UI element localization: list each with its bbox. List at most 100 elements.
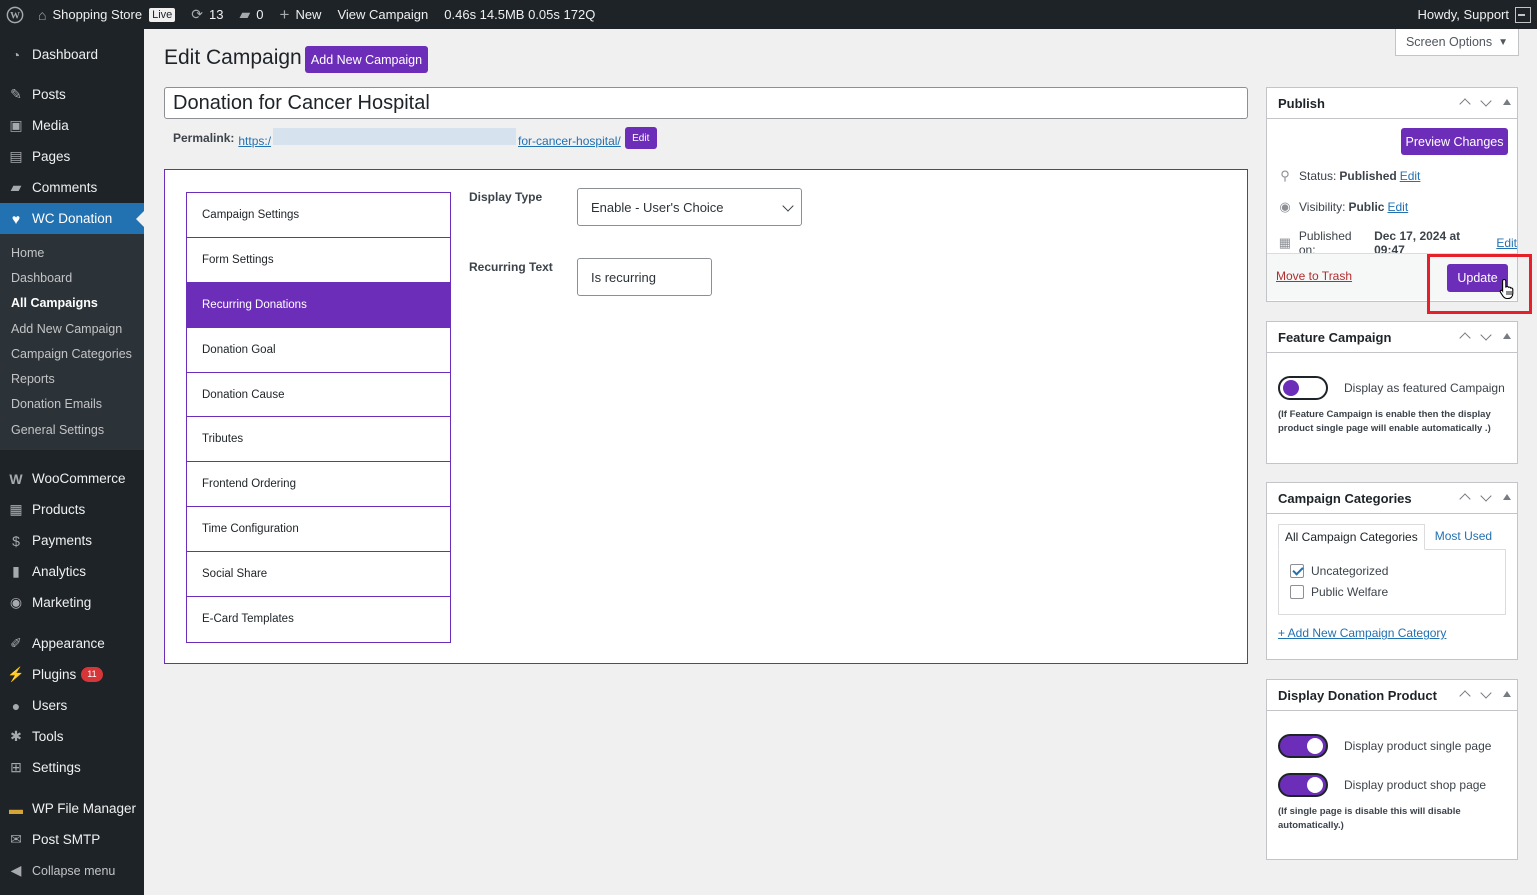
comment-bubble-icon: ▰ xyxy=(239,6,251,22)
hand-cursor-icon xyxy=(1499,278,1514,300)
category-checkbox-public-welfare[interactable] xyxy=(1290,585,1304,599)
publish-panel-header[interactable]: Publish xyxy=(1267,88,1517,119)
move-down-icon[interactable] xyxy=(1480,329,1492,341)
preview-changes-button[interactable]: Preview Changes xyxy=(1401,128,1508,155)
tab-donation-cause[interactable]: Donation Cause xyxy=(187,372,450,418)
query-monitor-stats[interactable]: 0.46s 14.5MB 0.05s 172Q xyxy=(436,0,603,29)
wordpress-logo-icon[interactable]: W xyxy=(0,0,30,29)
menu-label: Plugins xyxy=(32,667,77,683)
tab-time-configuration[interactable]: Time Configuration xyxy=(187,507,450,553)
menu-tools[interactable]: ✱ Tools xyxy=(0,721,144,752)
status-edit-link[interactable]: Edit xyxy=(1400,169,1421,183)
menu-appearance[interactable]: ✐ Appearance xyxy=(0,628,144,659)
submenu-general-settings[interactable]: General Settings xyxy=(0,417,144,442)
visibility-edit-link[interactable]: Edit xyxy=(1387,200,1408,214)
display-single-page-toggle[interactable] xyxy=(1278,734,1328,758)
tab-all-categories[interactable]: All Campaign Categories xyxy=(1278,524,1425,550)
move-down-icon[interactable] xyxy=(1480,490,1492,502)
display-type-select[interactable]: Enable - User's Choice xyxy=(577,188,802,226)
menu-analytics[interactable]: ▮ Analytics xyxy=(0,556,144,587)
products-icon: ▦ xyxy=(9,501,23,518)
chevron-down-icon xyxy=(782,200,794,212)
recurring-text-label: Recurring Text xyxy=(469,260,553,274)
move-down-icon[interactable] xyxy=(1480,95,1492,107)
new-label: New xyxy=(295,7,322,22)
tab-recurring-donations[interactable]: Recurring Donations xyxy=(187,282,450,328)
view-campaign-link[interactable]: View Campaign xyxy=(329,0,436,29)
permalink-redacted xyxy=(273,128,517,145)
menu-wp-file-manager[interactable]: ▬ WP File Manager xyxy=(0,793,144,824)
move-up-icon[interactable] xyxy=(1459,493,1471,505)
eye-icon: ◉ xyxy=(1279,199,1291,214)
updates-link[interactable]: ⟳ 13 xyxy=(183,0,231,29)
menu-pages[interactable]: ▤ Pages xyxy=(0,141,144,172)
move-to-trash-link[interactable]: Move to Trash xyxy=(1276,269,1352,283)
category-tabs: All Campaign Categories Most Used xyxy=(1278,524,1502,550)
menu-collapse[interactable]: ◀ Collapse menu xyxy=(0,855,144,886)
tab-donation-goal[interactable]: Donation Goal xyxy=(187,327,450,373)
submenu-reports[interactable]: Reports xyxy=(0,366,144,391)
tab-campaign-settings[interactable]: Campaign Settings xyxy=(187,193,450,238)
move-up-icon[interactable] xyxy=(1459,690,1471,702)
menu-dashboard[interactable]: ◔ Dashboard xyxy=(0,39,144,70)
comments-link[interactable]: ▰ 0 xyxy=(231,0,271,29)
site-name-link[interactable]: ⌂ Shopping Store Live xyxy=(30,0,183,29)
category-item[interactable]: Public Welfare xyxy=(1290,585,1388,599)
menu-products[interactable]: ▦ Products xyxy=(0,494,144,525)
categories-panel-header[interactable]: Campaign Categories xyxy=(1267,483,1517,514)
my-account-link[interactable]: Howdy, Support xyxy=(1409,0,1537,29)
add-new-campaign-button[interactable]: Add New Campaign xyxy=(305,46,428,73)
add-new-category-link[interactable]: + Add New Campaign Category xyxy=(1278,626,1446,640)
menu-label: Users xyxy=(32,698,68,714)
menu-woocommerce[interactable]: W WooCommerce xyxy=(0,463,144,494)
tab-most-used[interactable]: Most Used xyxy=(1425,524,1502,550)
screen-options-button[interactable]: Screen Options ▼ xyxy=(1395,29,1519,56)
tab-tributes[interactable]: Tributes xyxy=(187,417,450,463)
menu-plugins[interactable]: ⚡ Plugins 11 xyxy=(0,659,144,690)
feature-panel-header[interactable]: Feature Campaign xyxy=(1267,322,1517,353)
menu-comments[interactable]: ▰ Comments xyxy=(0,172,144,203)
toggle-panel-icon[interactable] xyxy=(1503,494,1511,500)
permalink-edit-button[interactable]: Edit xyxy=(624,127,657,149)
category-checkbox-uncategorized[interactable] xyxy=(1290,564,1304,578)
tab-form-settings[interactable]: Form Settings xyxy=(187,237,450,283)
submenu-dashboard[interactable]: Dashboard xyxy=(0,265,144,290)
featured-campaign-toggle[interactable] xyxy=(1278,376,1328,400)
submenu-home[interactable]: Home xyxy=(0,240,144,265)
toggle-panel-icon[interactable] xyxy=(1503,333,1511,339)
toggle-panel-icon[interactable] xyxy=(1503,99,1511,105)
display-product-title: Display Donation Product xyxy=(1278,687,1437,703)
tab-social-share[interactable]: Social Share xyxy=(187,552,450,598)
menu-payments[interactable]: $ Payments xyxy=(0,525,144,556)
recurring-text-input[interactable]: Is recurring xyxy=(577,258,712,296)
toggle-panel-icon[interactable] xyxy=(1503,691,1511,697)
submenu-add-new-campaign[interactable]: Add New Campaign xyxy=(0,316,144,341)
display-product-panel-header[interactable]: Display Donation Product xyxy=(1267,680,1517,711)
menu-media[interactable]: ▣ Media xyxy=(0,110,144,141)
menu-posts[interactable]: ✎ Posts xyxy=(0,79,144,110)
new-content-link[interactable]: + New xyxy=(272,0,330,29)
category-item[interactable]: Uncategorized xyxy=(1290,564,1388,578)
submenu-all-campaigns[interactable]: All Campaigns xyxy=(0,291,144,316)
menu-settings[interactable]: ⊞ Settings xyxy=(0,752,144,783)
display-shop-page-toggle[interactable] xyxy=(1278,773,1328,797)
submenu-donation-emails[interactable]: Donation Emails xyxy=(0,392,144,417)
submenu-campaign-categories[interactable]: Campaign Categories xyxy=(0,341,144,366)
move-up-icon[interactable] xyxy=(1459,98,1471,110)
campaign-title-input[interactable]: Donation for Cancer Hospital xyxy=(164,87,1248,119)
toggle-knob xyxy=(1283,380,1299,396)
move-up-icon[interactable] xyxy=(1459,332,1471,344)
menu-post-smtp[interactable]: ✉ Post SMTP xyxy=(0,824,144,855)
published-edit-link[interactable]: Edit xyxy=(1496,236,1517,250)
menu-marketing[interactable]: ◉ Marketing xyxy=(0,587,144,618)
tab-ecard-templates[interactable]: E-Card Templates xyxy=(187,597,450,642)
menu-label: Comments xyxy=(32,180,98,195)
menu-label: Dashboard xyxy=(32,47,99,62)
menu-wc-donation[interactable]: ♥ WC Donation xyxy=(0,203,144,234)
file-manager-icon: ▬ xyxy=(9,800,23,817)
move-down-icon[interactable] xyxy=(1480,687,1492,699)
tab-frontend-ordering[interactable]: Frontend Ordering xyxy=(187,462,450,508)
permalink-link[interactable]: https:/ for-cancer-hospital/ xyxy=(238,128,621,148)
menu-users[interactable]: ● Users xyxy=(0,690,144,721)
settings-icon: ⊞ xyxy=(10,759,22,776)
